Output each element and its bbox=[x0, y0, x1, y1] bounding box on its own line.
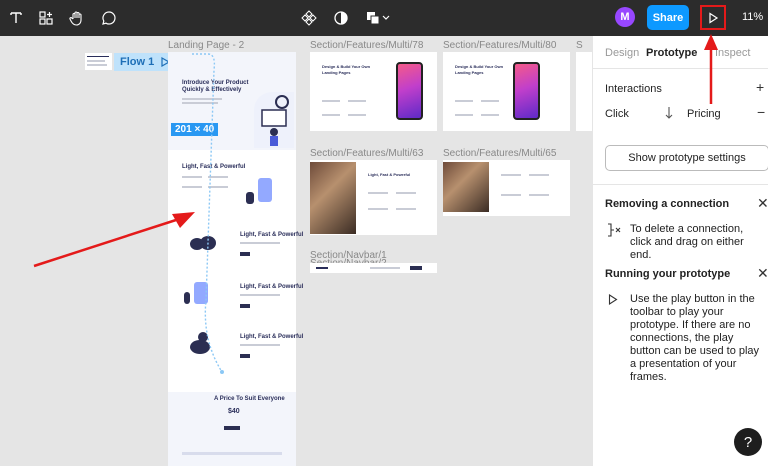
remove-interaction-icon[interactable]: − bbox=[757, 104, 765, 120]
close-icon[interactable]: ✕ bbox=[757, 195, 768, 212]
properties-panel: Design Prototype Inspect Interactions + … bbox=[592, 36, 768, 466]
feature-frame-63[interactable]: Light, Fast & Powerful bbox=[310, 160, 437, 235]
price-value: $40 bbox=[228, 408, 240, 415]
removing-connection-title: Removing a connection bbox=[605, 198, 730, 210]
frame-label-multi-65[interactable]: Section/Features/Multi/65 bbox=[443, 148, 556, 159]
zoom-dropdown[interactable]: 11%⌄ bbox=[742, 11, 768, 23]
interactions-title: Interactions bbox=[605, 83, 662, 95]
interaction-trigger[interactable]: Click bbox=[605, 108, 629, 120]
frame-label-multi-80[interactable]: Section/Features/Multi/80 bbox=[443, 40, 556, 51]
light-fast-title-1: Light, Fast & Powerful bbox=[182, 164, 246, 170]
landing-page-frame[interactable]: Introduce Your Product Quickly & Effecti… bbox=[168, 52, 303, 466]
play-icon bbox=[709, 11, 719, 24]
tab-prototype[interactable]: Prototype bbox=[646, 47, 697, 59]
hand-tool-icon[interactable] bbox=[64, 5, 90, 31]
contrast-icon[interactable] bbox=[328, 5, 354, 31]
feature-frame-78[interactable]: Design & Build Your Own Landing Pages bbox=[310, 52, 437, 131]
canvas[interactable]: Flow 1 Landing Page - 2 Section/Features… bbox=[0, 36, 592, 466]
running-prototype-text: Use the play button in the toolbar to pl… bbox=[630, 293, 760, 383]
hero-title: Introduce Your Product Quickly & Effecti… bbox=[182, 80, 249, 93]
feature-frame-extra[interactable] bbox=[576, 52, 592, 131]
boolean-ops-icon[interactable] bbox=[362, 5, 394, 31]
price-title: A Price To Suit Everyone bbox=[214, 396, 285, 402]
light-fast-title-4: Light, Fast & Powerful bbox=[240, 334, 304, 340]
light-fast-title-2: Light, Fast & Powerful bbox=[240, 232, 304, 238]
team-photo bbox=[310, 162, 356, 234]
avatar[interactable]: M bbox=[615, 7, 635, 27]
frame-label-multi-63[interactable]: Section/Features/Multi/63 bbox=[310, 148, 423, 159]
share-button[interactable]: Share bbox=[647, 5, 689, 30]
divider bbox=[593, 184, 768, 185]
help-button[interactable]: ? bbox=[734, 428, 762, 456]
tab-inspect[interactable]: Inspect bbox=[715, 47, 750, 59]
close-icon[interactable]: ✕ bbox=[757, 265, 768, 282]
removing-connection-text: To delete a connection, click and drag o… bbox=[630, 223, 744, 261]
team-photo bbox=[443, 162, 489, 212]
toolbar: M Share 11%⌄ bbox=[0, 0, 768, 36]
navbar-frame[interactable] bbox=[310, 263, 437, 273]
present-play-button[interactable] bbox=[700, 5, 726, 30]
flow-starting-point[interactable]: Flow 1 bbox=[114, 53, 177, 71]
feature-frame-80[interactable]: Design & Build Your Own Landing Pages bbox=[443, 52, 570, 131]
zoom-level: 11% bbox=[742, 11, 764, 23]
phone-illustration bbox=[396, 62, 423, 120]
note-frame[interactable] bbox=[85, 53, 112, 70]
feature-frame-65[interactable] bbox=[443, 160, 570, 216]
size-badge: 201 × 40 bbox=[171, 123, 219, 136]
frame-label-landing[interactable]: Landing Page - 2 bbox=[168, 40, 244, 51]
component-diamond-icon[interactable] bbox=[296, 5, 322, 31]
tab-design[interactable]: Design bbox=[605, 47, 639, 59]
hero-illustration bbox=[254, 92, 294, 148]
flow-label: Flow 1 bbox=[120, 56, 155, 68]
frame-label-extra: S bbox=[576, 40, 583, 51]
connection-arrow-icon bbox=[664, 106, 674, 123]
text-tool-icon[interactable] bbox=[3, 5, 29, 31]
components-icon[interactable] bbox=[33, 5, 59, 31]
interaction-target[interactable]: Pricing bbox=[687, 108, 721, 120]
show-prototype-settings-button[interactable]: Show prototype settings bbox=[605, 145, 768, 171]
comment-icon[interactable] bbox=[96, 5, 122, 31]
divider bbox=[593, 68, 768, 69]
remove-connection-icon bbox=[606, 222, 622, 241]
play-icon bbox=[608, 293, 618, 308]
running-prototype-title: Running your prototype bbox=[605, 268, 731, 280]
light-fast-title-3: Light, Fast & Powerful bbox=[240, 284, 304, 290]
add-interaction-icon[interactable]: + bbox=[756, 79, 764, 95]
frame-label-multi-78[interactable]: Section/Features/Multi/78 bbox=[310, 40, 423, 51]
phone-illustration bbox=[513, 62, 540, 120]
